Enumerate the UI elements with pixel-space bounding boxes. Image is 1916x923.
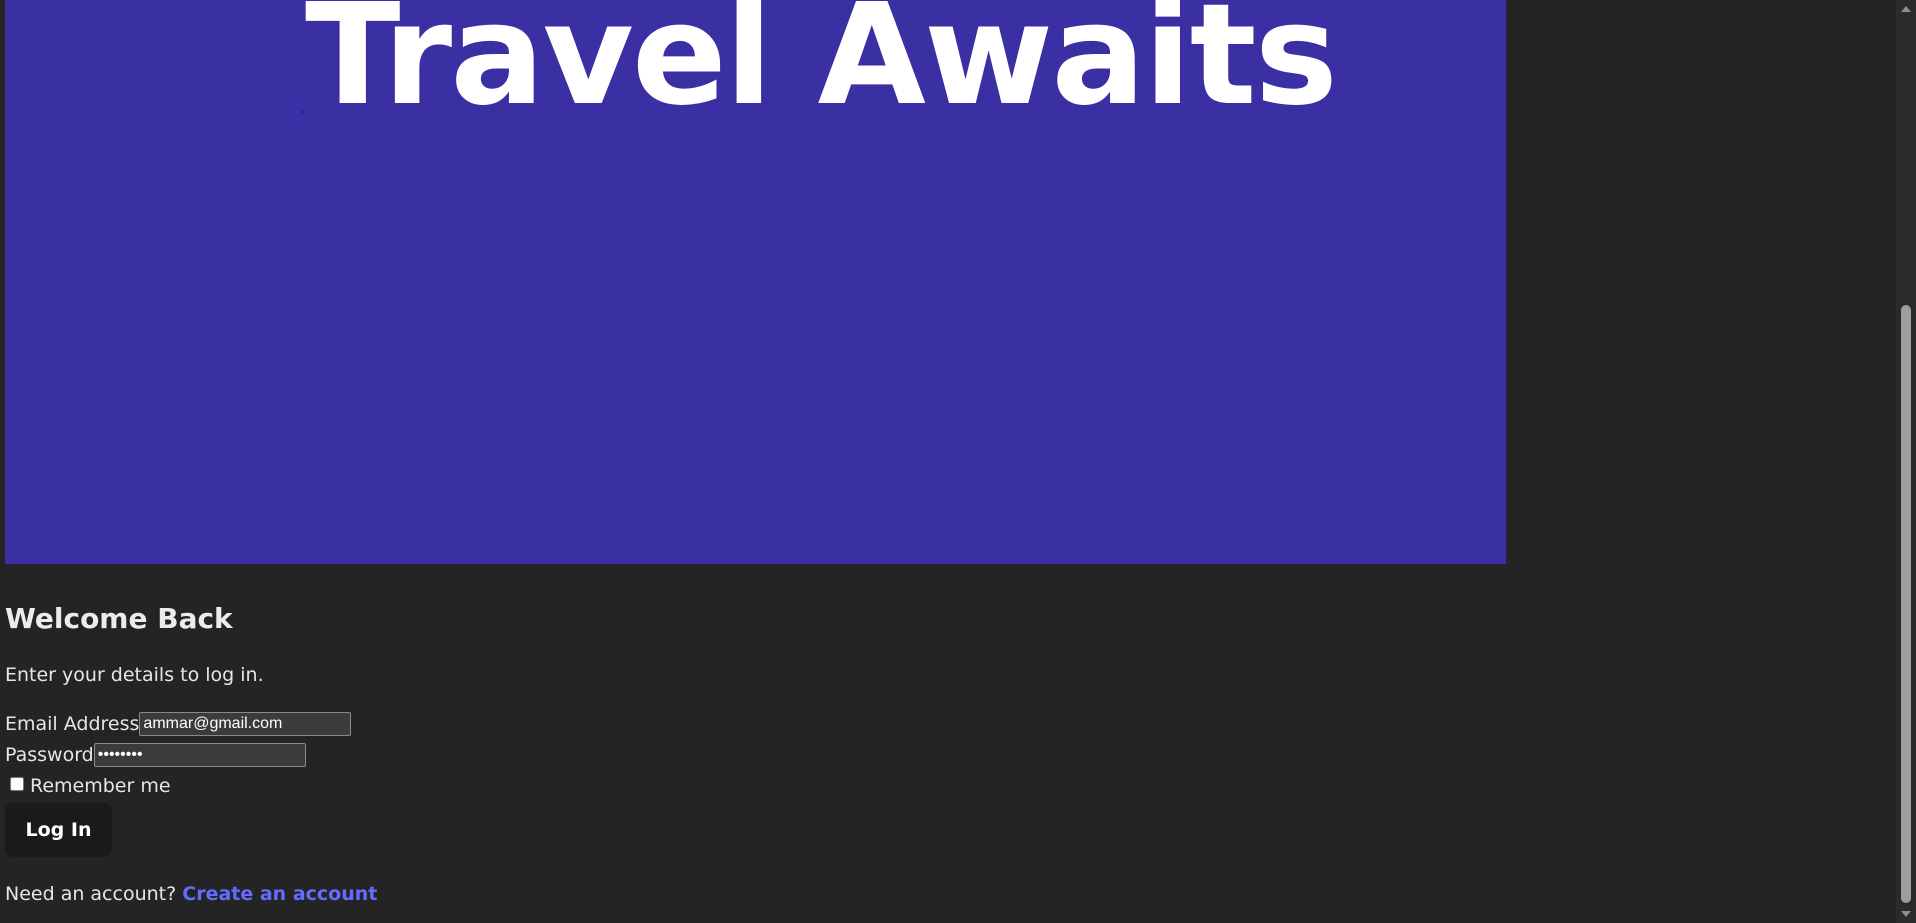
login-subtitle: Enter your details to log in.: [5, 664, 264, 686]
remember-checkbox[interactable]: [10, 776, 24, 791]
hero-title: Travel Awaits: [305, 0, 1338, 137]
login-button[interactable]: Log In: [5, 803, 112, 857]
password-field[interactable]: [93, 742, 306, 767]
scroll-up-icon[interactable]: [1901, 6, 1911, 12]
signup-prompt: Need an account?: [5, 883, 177, 905]
signup-row: Need an account? Create an account: [5, 883, 705, 905]
page-scrollbar[interactable]: [1896, 0, 1916, 923]
email-field[interactable]: [139, 711, 352, 736]
hero-dot: [302, 111, 304, 113]
email-row: Email Address: [5, 708, 705, 739]
email-label: Email Address: [5, 712, 140, 735]
password-row: Password: [5, 739, 705, 770]
login-heading: Welcome Back: [5, 602, 233, 635]
scroll-down-icon[interactable]: [1901, 911, 1911, 917]
hero-banner: Travel Awaits: [5, 0, 1506, 564]
remember-row: Remember me: [5, 770, 705, 801]
password-label: Password: [5, 743, 94, 766]
create-account-link[interactable]: Create an account: [182, 883, 377, 905]
login-form: Welcome Back Enter your details to log i…: [5, 598, 705, 905]
scrollbar-thumb[interactable]: [1901, 305, 1911, 903]
remember-label: Remember me: [30, 774, 171, 797]
page: Travel Awaits Welcome Back Enter your de…: [0, 0, 1916, 923]
